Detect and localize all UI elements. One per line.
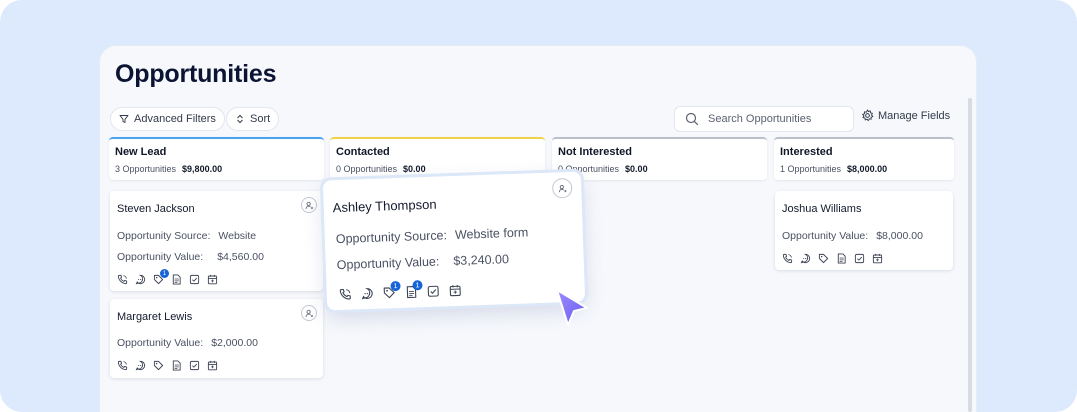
column-name: Contacted (336, 146, 390, 158)
opportunity-source-row: Opportunity Source: Website (117, 230, 256, 242)
notification-badge: 1 (160, 269, 169, 278)
card-actions (117, 360, 218, 371)
user-plus-icon (558, 184, 567, 193)
column-count: 1 Opportunities (780, 164, 842, 174)
opportunity-value-row: Opportunity Value: $3,240.00 (337, 252, 510, 272)
notification-badge: 1 (412, 280, 423, 291)
column-header-new-lead[interactable]: New Lead 3 Opportunities $9,800.00 (109, 137, 324, 180)
opportunity-source-row: Opportunity Source: Website form (336, 225, 529, 246)
task-icon[interactable] (427, 285, 440, 298)
task-icon[interactable] (854, 253, 865, 264)
column-header-interested[interactable]: Interested 1 Opportunities $8,000.00 (774, 137, 954, 180)
phone-icon[interactable] (117, 360, 128, 371)
card-actions (782, 253, 883, 264)
column-name: New Lead (115, 146, 167, 158)
column-total: $9,800.00 (182, 164, 223, 174)
vertical-scrollbar[interactable] (968, 98, 972, 412)
opportunity-card-steven-jackson[interactable]: Steven Jackson Opportunity Source: Websit… (110, 191, 323, 291)
card-name: Steven Jackson (117, 203, 195, 215)
tag-icon[interactable]: 1 (383, 280, 401, 299)
column-count: 0 Opportunities (336, 164, 398, 174)
card-actions: 1 1 (339, 280, 462, 301)
search-box[interactable] (674, 106, 854, 132)
column-name: Interested (780, 146, 833, 158)
calendar-icon[interactable] (207, 274, 218, 285)
field-label: Opportunity Source: (335, 228, 448, 247)
note-icon[interactable] (171, 360, 182, 371)
field-value: $8,000.00 (876, 230, 923, 242)
page-title: Opportunities (115, 60, 277, 88)
task-icon[interactable] (189, 274, 200, 285)
column-meta: 3 Opportunities $9,800.00 (115, 164, 318, 174)
field-value: $2,000.00 (211, 337, 258, 349)
phone-icon[interactable] (782, 253, 793, 264)
column-header-not-interested[interactable]: Not Interested 0 Opportunities $0.00 (552, 137, 767, 180)
column-total: $8,000.00 (847, 164, 888, 174)
assign-user-button[interactable] (301, 197, 317, 213)
opportunity-card-margaret-lewis[interactable]: Margaret Lewis Opportunity Value: $2,000.… (110, 299, 323, 378)
opportunity-value-row: Opportunity Value: $2,000.00 (117, 337, 258, 349)
phone-icon[interactable] (339, 288, 352, 301)
column-count: 3 Opportunities (115, 164, 177, 174)
field-label: Opportunity Value: (117, 337, 204, 349)
calendar-icon[interactable] (449, 284, 462, 297)
search-icon (685, 112, 699, 126)
column-meta: 0 Opportunities $0.00 (336, 164, 539, 174)
calendar-icon[interactable] (207, 360, 218, 371)
note-icon[interactable] (171, 274, 182, 285)
opportunity-card-joshua-williams[interactable]: Joshua Williams Opportunity Value: $8,000… (775, 191, 953, 270)
search-input[interactable] (708, 113, 848, 125)
field-label: Opportunity Value: (336, 254, 440, 273)
gear-icon (862, 109, 874, 122)
assign-user-button[interactable] (301, 305, 317, 321)
column-meta: 1 Opportunities $8,000.00 (780, 164, 948, 174)
advanced-filters-button[interactable]: Advanced Filters (110, 107, 225, 131)
card-name: Margaret Lewis (117, 311, 193, 323)
chat-icon[interactable] (135, 360, 146, 371)
column-total: $0.00 (403, 164, 426, 174)
column-name: Not Interested (558, 146, 632, 158)
chat-icon[interactable] (800, 253, 811, 264)
field-label: Opportunity Source: (117, 230, 211, 242)
card-name: Joshua Williams (782, 203, 862, 215)
note-icon[interactable] (836, 253, 847, 264)
column-meta: 0 Opportunities $0.00 (558, 164, 761, 174)
task-icon[interactable] (189, 360, 200, 371)
field-value: $4,560.00 (217, 251, 264, 263)
user-plus-icon (305, 201, 314, 210)
card-name: Ashley Thompson (332, 196, 437, 216)
sort-icon (237, 114, 243, 124)
field-value: Website form (454, 225, 529, 242)
note-icon[interactable]: 1 (405, 280, 423, 298)
tag-icon[interactable]: 1 (153, 269, 169, 285)
manage-fields-button[interactable]: Manage Fields (861, 109, 950, 122)
tag-icon[interactable] (153, 360, 164, 371)
chat-icon[interactable] (135, 274, 146, 285)
field-label: Opportunity Value: (117, 251, 204, 263)
card-actions: 1 (117, 269, 218, 285)
sort-button[interactable]: Sort (226, 107, 280, 131)
filter-icon (119, 115, 129, 123)
manage-fields-label: Manage Fields (878, 109, 951, 122)
field-label: Opportunity Value: (782, 230, 869, 242)
user-plus-icon (305, 309, 314, 318)
phone-icon[interactable] (117, 274, 128, 285)
cursor-arrow-icon (556, 289, 588, 326)
assign-user-button[interactable] (551, 177, 573, 199)
opportunity-value-row: Opportunity Value: $8,000.00 (782, 230, 923, 242)
tag-icon[interactable] (818, 253, 829, 264)
column-total: $0.00 (625, 164, 648, 174)
opportunity-value-row: Opportunity Value: $4,560.00 (117, 251, 264, 263)
field-value: Website (218, 230, 257, 242)
chat-icon[interactable] (361, 287, 374, 300)
sort-label: Sort (250, 113, 271, 125)
calendar-icon[interactable] (872, 253, 883, 264)
advanced-filters-label: Advanced Filters (134, 113, 216, 125)
dragged-opportunity-card-ashley-thompson[interactable]: Ashley Thompson Opportunity Source: Websi… (322, 171, 586, 311)
field-value: $3,240.00 (453, 252, 510, 269)
notification-badge: 1 (390, 280, 401, 292)
